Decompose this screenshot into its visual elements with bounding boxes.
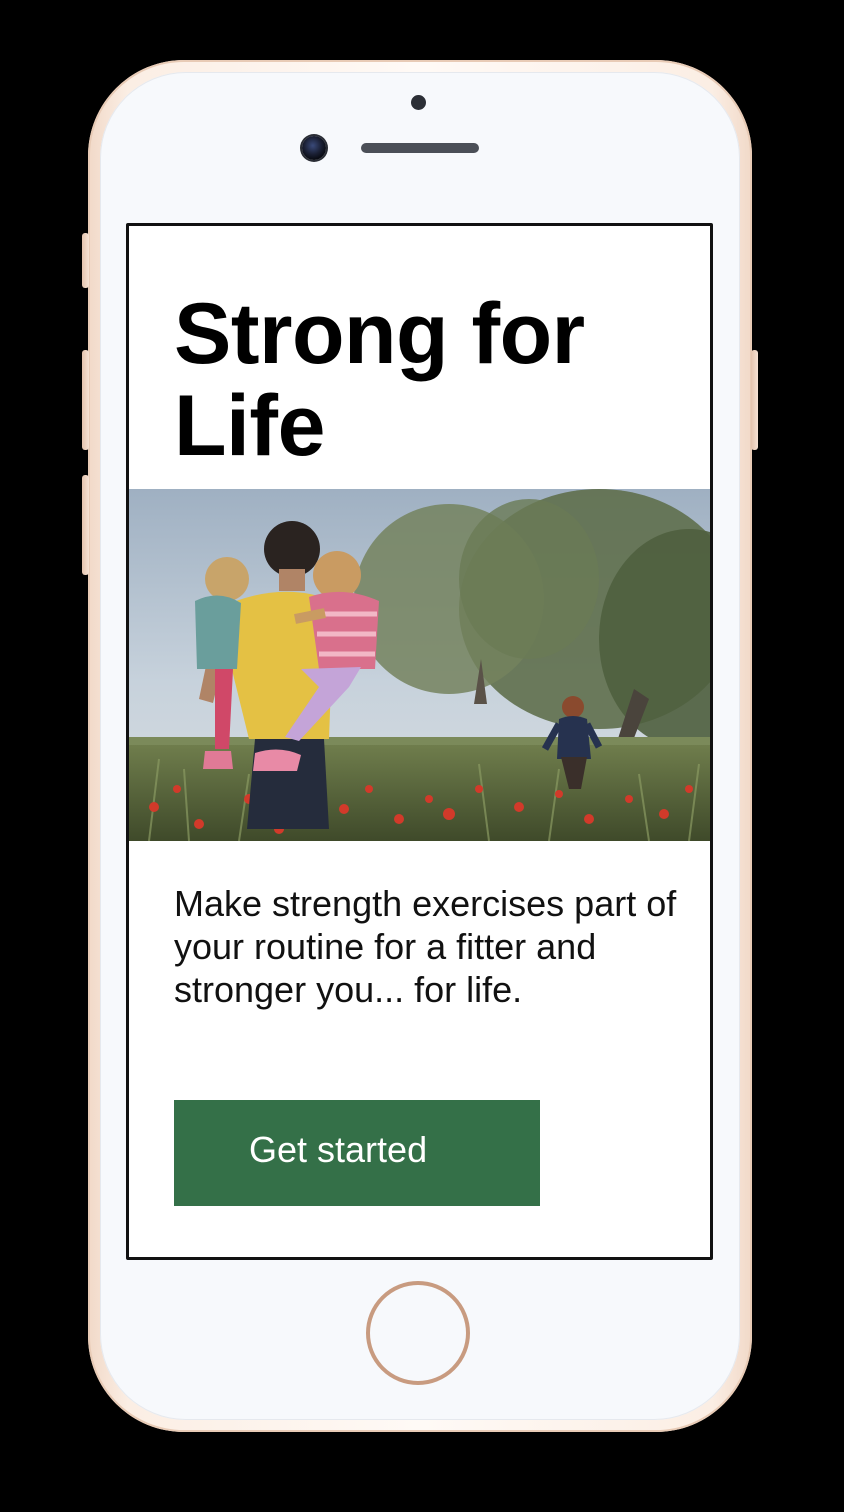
proximity-sensor-icon: [411, 95, 426, 110]
page-title: Strong for Life: [174, 286, 585, 474]
volume-up-button: [82, 350, 89, 450]
app-screen: Strong for Life Make strength exercises …: [126, 223, 713, 1260]
power-button: [751, 350, 758, 450]
intro-text: Make strength exercises part of your rou…: [174, 883, 677, 1010]
get-started-button[interactable]: Get started: [174, 1100, 540, 1206]
volume-down-button: [82, 475, 89, 575]
front-camera-icon: [302, 136, 326, 160]
home-button-icon[interactable]: [366, 1281, 470, 1385]
hero-image: [129, 489, 710, 841]
speaker-grille-icon: [361, 143, 479, 153]
hero-photo-illustration: [129, 489, 710, 841]
mute-switch: [82, 233, 89, 288]
